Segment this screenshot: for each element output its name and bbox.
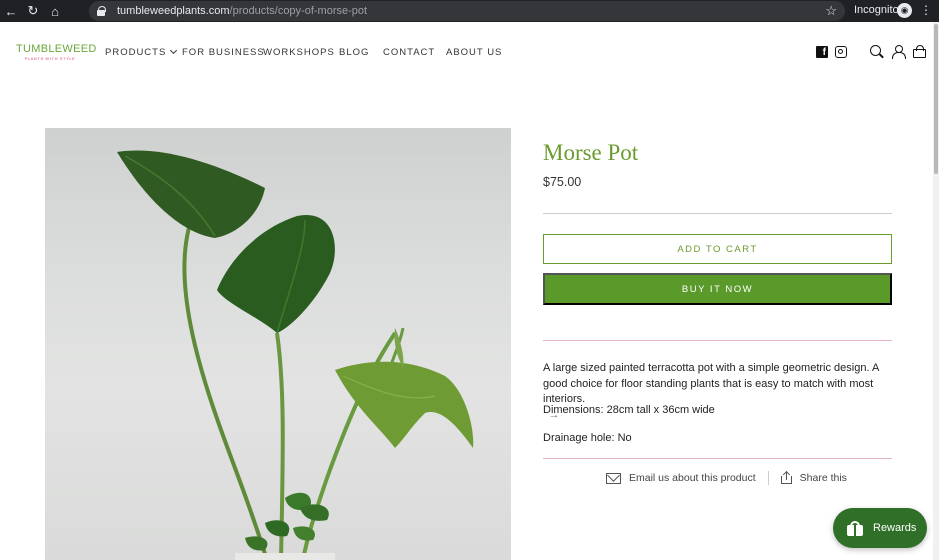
logo-tagline: PLANTS WITH STYLE <box>24 56 76 61</box>
gift-icon <box>847 520 863 536</box>
buy-now-button[interactable]: BUY IT NOW <box>543 273 892 305</box>
home-icon[interactable]: ⌂ <box>44 0 66 22</box>
facebook-icon[interactable]: f <box>816 46 828 58</box>
separator <box>767 471 769 485</box>
site-logo[interactable]: TUMBLEWEED PLANTS WITH STYLE <box>16 43 97 61</box>
logo-name: TUMBLEWEED <box>16 43 97 55</box>
divider <box>543 340 892 341</box>
lock-icon <box>97 6 106 16</box>
account-icon[interactable] <box>892 45 906 59</box>
product-title: Morse Pot <box>543 140 639 165</box>
back-icon[interactable]: ← <box>0 0 22 22</box>
nav-about-us[interactable]: ABOUT US <box>446 47 502 58</box>
nav-products[interactable]: PRODUCTS <box>105 46 178 58</box>
chevron-down-icon <box>170 46 178 55</box>
scrollbar-thumb[interactable] <box>934 24 938 174</box>
divider <box>543 213 892 214</box>
browser-toolbar: ← → ↻ ⌂ tumbleweedplants.com/products/co… <box>0 0 939 421</box>
nav-blog[interactable]: BLOG <box>339 47 369 58</box>
share-icon[interactable] <box>780 470 792 484</box>
rewards-label: Rewards <box>873 522 917 534</box>
product-description: A large sized painted terracotta pot wit… <box>543 362 879 405</box>
nav-for-business[interactable]: FOR BUSINESS <box>182 47 265 58</box>
address-bar[interactable]: tumbleweedplants.com/products/copy-of-mo… <box>89 1 845 21</box>
share-link[interactable]: Share this <box>800 472 847 484</box>
product-drainage: Drainage hole: No <box>543 432 632 444</box>
product-price: $75.00 <box>543 175 582 189</box>
plant-illustration <box>117 150 474 560</box>
url-host: tumbleweedplants.com <box>117 5 230 17</box>
add-to-cart-button[interactable]: ADD TO CART <box>543 234 892 264</box>
incognito-label: Incognito <box>854 4 899 16</box>
instagram-icon[interactable] <box>835 46 847 58</box>
rewards-button[interactable]: Rewards <box>833 508 927 548</box>
reload-icon[interactable]: ↻ <box>22 0 44 22</box>
browser-menu-icon[interactable]: ⋮ <box>920 3 932 17</box>
product-photo[interactable] <box>45 128 511 560</box>
mail-icon[interactable] <box>606 472 621 484</box>
url-path: /products/copy-of-morse-pot <box>229 5 368 17</box>
cart-icon[interactable] <box>913 45 926 58</box>
nav-workshops[interactable]: WORKSHOPS <box>263 47 335 58</box>
divider <box>543 458 892 459</box>
bookmark-star-icon[interactable]: ☆ <box>825 3 837 19</box>
product-dimensions: Dimensions: 28cm tall x 36cm wide <box>543 404 715 416</box>
share-row: Email us about this product Share this <box>606 470 847 485</box>
nav-contact[interactable]: CONTACT <box>383 47 435 58</box>
email-product-link[interactable]: Email us about this product <box>629 472 756 484</box>
incognito-icon[interactable]: ◉ <box>897 3 912 18</box>
search-icon[interactable] <box>870 45 881 56</box>
